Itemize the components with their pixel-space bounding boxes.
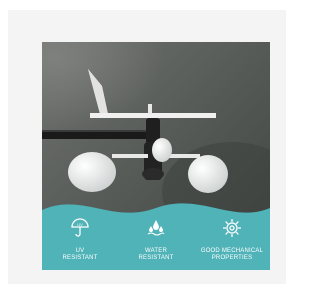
feature-label: GOOD MECHANICAL PROPERTIES <box>200 248 264 261</box>
water-drops-icon <box>147 220 165 236</box>
feature-uv-resistant: UV UV RESISTANT <box>42 218 118 262</box>
cup-back <box>152 138 172 162</box>
umbrella-icon: UV <box>71 218 89 237</box>
product-image-card[interactable]: UV UV RESISTANT WATER RESISTANT GOOD MECHA… <box>42 42 270 270</box>
feature-label: UV RESISTANT <box>62 248 98 261</box>
feature-water-resistant: WATER RESISTANT <box>118 218 194 262</box>
gear-icon <box>223 219 241 237</box>
cup-left <box>68 152 116 192</box>
vane-arm <box>90 113 216 118</box>
feature-good-mechanical-properties: GOOD MECHANICAL PROPERTIES <box>194 218 270 262</box>
feature-label: WATER RESISTANT <box>138 248 174 261</box>
cup-right <box>188 155 228 193</box>
svg-text:UV: UV <box>77 222 83 227</box>
